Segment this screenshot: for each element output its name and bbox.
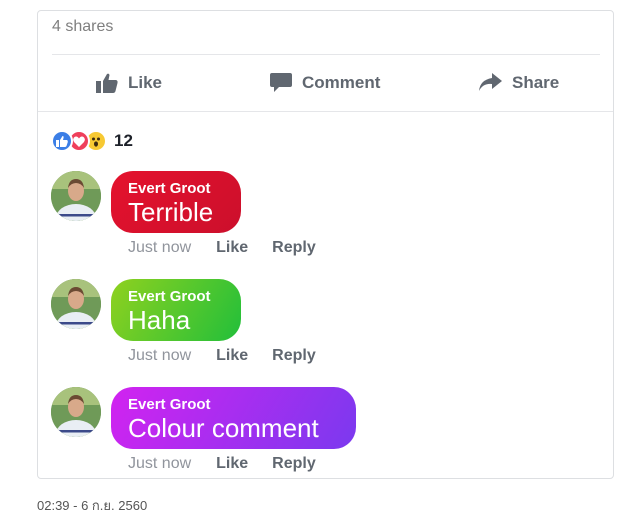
comment-bubble[interactable]: Evert Groot Terrible — [111, 171, 241, 233]
comment-reply-link[interactable]: Reply — [272, 347, 316, 365]
comment-button-label: Comment — [302, 73, 381, 92]
comment-like-link[interactable]: Like — [216, 347, 248, 365]
comment-reply-link[interactable]: Reply — [272, 239, 316, 257]
like-button-label: Like — [128, 73, 163, 92]
comment-reply-link[interactable]: Reply — [272, 455, 316, 473]
comment-icon — [270, 73, 292, 92]
comment-meta: Just now Like Reply — [128, 239, 316, 257]
like-button[interactable]: Like — [96, 55, 162, 111]
reactions-summary[interactable]: 12 — [51, 129, 133, 153]
like-reaction-icon — [51, 130, 73, 152]
comment-button[interactable]: Comment — [270, 55, 380, 111]
comment-text: Colour comment — [128, 413, 319, 443]
comment-time[interactable]: Just now — [128, 455, 191, 473]
share-icon — [479, 73, 502, 91]
post-actions-bar: Like Comment Share — [38, 55, 613, 111]
thumbs-up-icon — [96, 73, 118, 93]
comment-bubble[interactable]: Evert Groot Haha — [111, 279, 241, 341]
share-button[interactable]: Share — [478, 55, 559, 111]
post-card: 4 shares Like Comment Share 12 Evert Gro… — [37, 10, 614, 479]
divider — [38, 111, 613, 112]
comment-author[interactable]: Evert Groot — [128, 288, 224, 305]
comment-meta: Just now Like Reply — [128, 455, 316, 473]
avatar[interactable] — [51, 171, 101, 221]
avatar[interactable] — [51, 387, 101, 437]
avatar[interactable] — [51, 279, 101, 329]
share-button-label: Share — [512, 73, 560, 92]
comment-time[interactable]: Just now — [128, 239, 191, 257]
comment-time[interactable]: Just now — [128, 347, 191, 365]
shares-count[interactable]: 4 shares — [52, 18, 113, 36]
comment-author[interactable]: Evert Groot — [128, 396, 339, 413]
reactions-count: 12 — [114, 131, 133, 150]
comment-like-link[interactable]: Like — [216, 239, 248, 257]
comment-like-link[interactable]: Like — [216, 455, 248, 473]
comment-text: Haha — [128, 305, 191, 335]
comment-meta: Just now Like Reply — [128, 347, 316, 365]
comment-bubble[interactable]: Evert Groot Colour comment — [111, 387, 356, 449]
comment-author[interactable]: Evert Groot — [128, 180, 224, 197]
post-timestamp[interactable]: 02:39 - 6 ก.ย. 2560 — [37, 495, 147, 516]
comment-text: Terrible — [128, 197, 214, 227]
